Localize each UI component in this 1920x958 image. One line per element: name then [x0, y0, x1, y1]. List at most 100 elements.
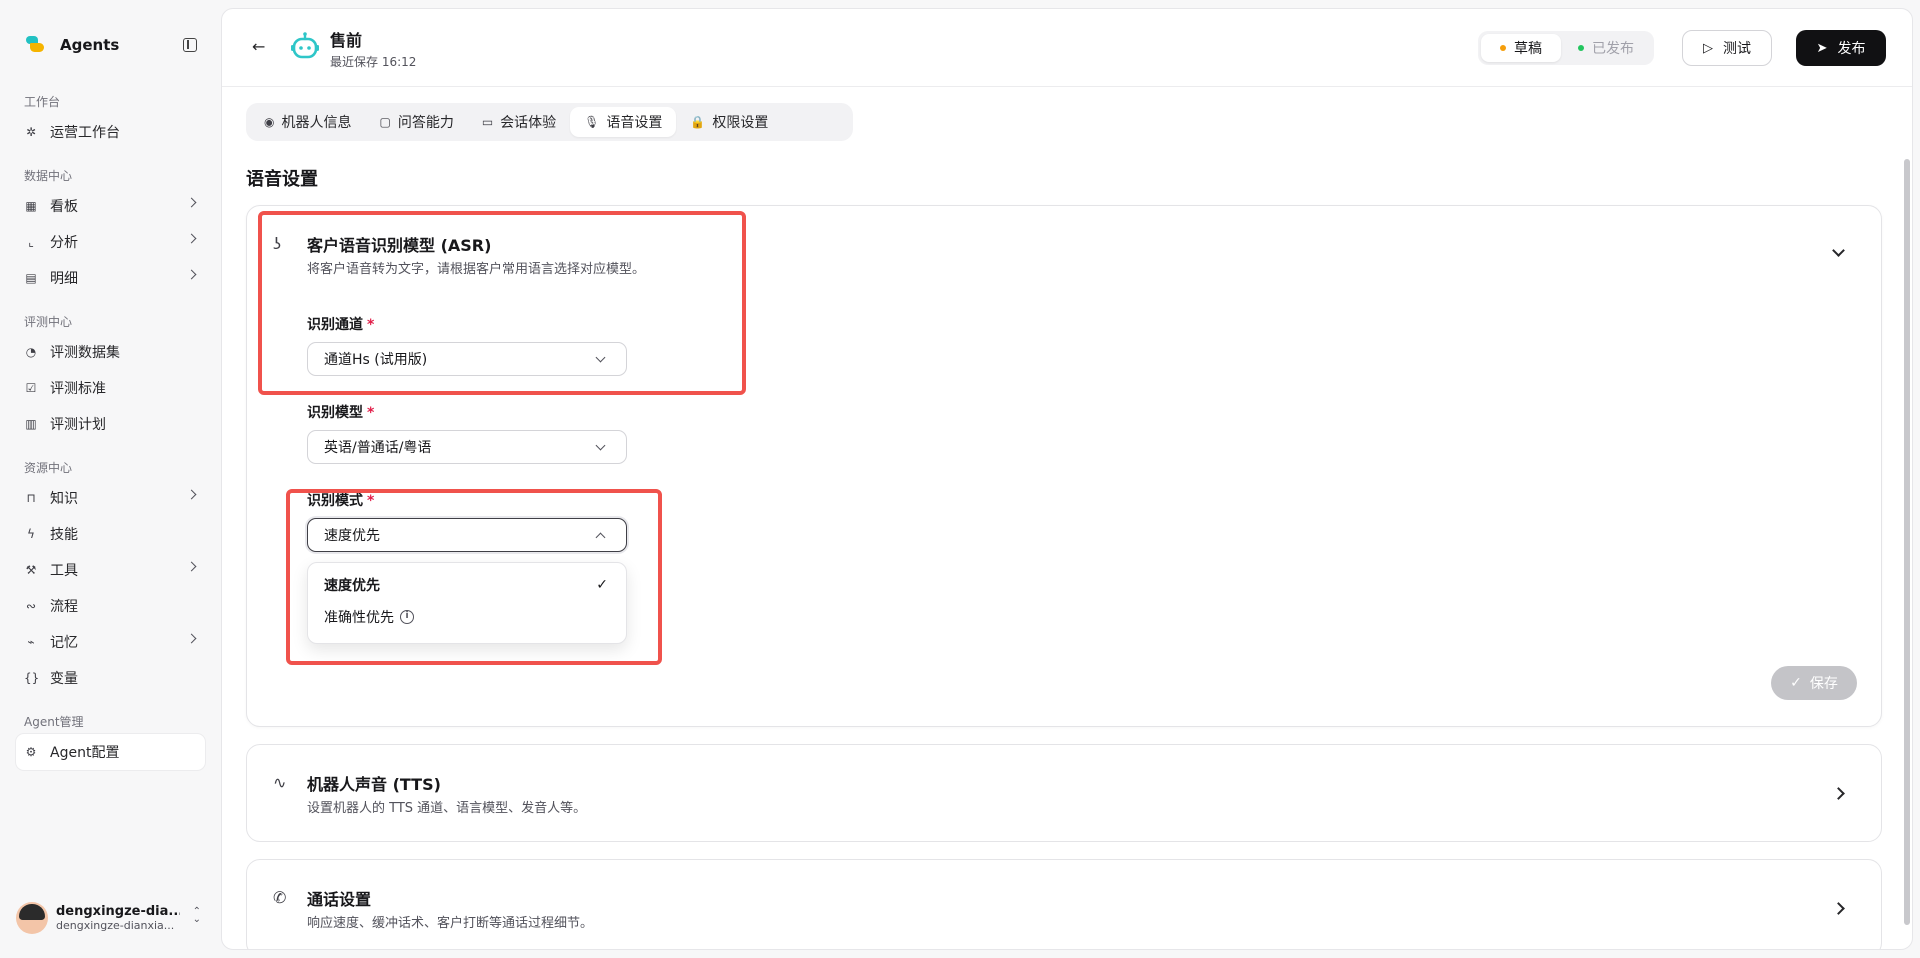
send-icon: ➤ [1816, 40, 1828, 56]
tts-title: 机器人声音 (TTS) [307, 775, 441, 794]
page-title: 售前 [330, 31, 363, 50]
tts-card[interactable]: ∿ 机器人声音 (TTS) 设置机器人的 TTS 通道、语言模型、发音人等。 [246, 744, 1882, 842]
document-icon: ▤ [25, 271, 37, 285]
option-accuracy-first[interactable]: 准确性优先 i [308, 601, 626, 633]
model-label: 识别模型 * [307, 402, 374, 422]
tab-label: 问答能力 [397, 115, 454, 131]
mode-select[interactable]: 速度优先 [307, 518, 627, 552]
asr-description: 将客户语音转为文字，请根据客户常用语言选择对应模型。 [307, 262, 646, 277]
sidebar-item-eval-dataset[interactable]: ◔ 评测数据集 [16, 334, 205, 370]
grid-icon: ▦ [25, 199, 37, 213]
tab-bot-info[interactable]: ◉ 机器人信息 [250, 107, 365, 137]
scrollbar[interactable] [1904, 159, 1910, 925]
chevron-down-icon [595, 352, 606, 363]
draft-dot-icon [1500, 45, 1506, 51]
sidebar-item-analysis[interactable]: ⌞ 分析 [16, 224, 205, 260]
clipboard-icon: ▥ [25, 417, 37, 431]
chevron-right-icon [186, 633, 197, 644]
status-draft[interactable]: 草稿 [1481, 34, 1561, 62]
publish-button[interactable]: ➤ 发布 [1796, 30, 1886, 66]
status-published[interactable]: 已发布 [1561, 34, 1651, 62]
flow-icon: ∾ [25, 599, 37, 613]
mode-dropdown: 速度优先 ✓ 准确性优先 i [307, 562, 627, 644]
mode-label-text: 识别模式 [307, 493, 363, 509]
group-title-resources: 资源中心 [24, 461, 73, 475]
sidebar-item-details[interactable]: ▤ 明细 [16, 260, 205, 296]
chevron-right-icon [186, 197, 197, 208]
sidebar-item-skills[interactable]: ϟ 技能 [16, 516, 205, 552]
option-label: 速度优先 [324, 578, 380, 594]
sidebar-item-memory[interactable]: ⌁ 记忆 [16, 624, 205, 660]
mode-label: 识别模式 * [307, 490, 374, 510]
tab-voice[interactable]: 🎙 语音设置 [570, 107, 677, 137]
book-icon: ⊓ [26, 491, 36, 505]
sidebar-item-tools[interactable]: ⚒ 工具 [16, 552, 205, 588]
chat-bubbles-icon: ▢ [379, 115, 391, 129]
check-icon: ✓ [596, 577, 608, 593]
sidebar-item-label: 分析 [50, 235, 78, 251]
memory-icon: ⌁ [27, 635, 35, 649]
chevron-down-icon [595, 440, 606, 451]
sidebar-item-flow[interactable]: ∾ 流程 [16, 588, 205, 624]
sidebar-item-ops-workbench[interactable]: ✲ 运营工作台 [16, 114, 205, 150]
info-icon[interactable]: i [400, 610, 414, 624]
user-circle-icon: ◉ [264, 115, 275, 129]
test-button-label: 测试 [1723, 41, 1751, 57]
tts-description: 设置机器人的 TTS 通道、语言模型、发音人等。 [307, 801, 587, 816]
sidebar-item-label: 记忆 [50, 635, 78, 651]
user-account: dengxingze-dianxia... [56, 919, 175, 932]
phone-icon: ✆ [273, 888, 287, 907]
group-title-data: 数据中心 [24, 169, 73, 183]
tab-permissions[interactable]: 🔒 权限设置 [676, 107, 782, 137]
chevron-right-icon [1832, 787, 1845, 800]
sidebar-collapse-icon[interactable] [183, 38, 197, 52]
call-title: 通话设置 [307, 890, 372, 909]
tab-label: 语音设置 [606, 115, 663, 131]
sidebar-item-eval-plan[interactable]: ▥ 评测计划 [16, 406, 205, 442]
tab-label: 机器人信息 [281, 115, 352, 131]
user-menu[interactable]: dengxingze-dia... dengxingze-dianxia... … [16, 898, 211, 938]
sidebar-item-label: 评测标准 [50, 381, 106, 397]
sidebar-item-eval-standard[interactable]: ☑ 评测标准 [16, 370, 205, 406]
chevron-right-icon [1832, 902, 1845, 915]
published-dot-icon [1578, 45, 1584, 51]
sidebar-item-label: Agent配置 [50, 745, 120, 761]
required-mark: * [367, 405, 375, 421]
check-square-icon: ☑ [25, 381, 37, 395]
pie-icon: ◔ [25, 345, 37, 359]
section-title: 语音设置 [246, 169, 318, 190]
model-value: 英语/普通话/粤语 [324, 440, 432, 456]
tab-qa[interactable]: ▢ 问答能力 [365, 107, 467, 137]
test-button[interactable]: ▷ 测试 [1682, 30, 1772, 66]
tab-bar: ◉ 机器人信息 ▢ 问答能力 ▭ 会话体验 🎙 语音设置 🔒 权限设置 [246, 103, 853, 141]
chevron-up-down-icon: ⌃ ⌄ [192, 906, 201, 925]
model-label-text: 识别模型 [307, 405, 363, 421]
back-arrow-icon[interactable]: ← [252, 39, 268, 55]
sidebar-item-dashboard[interactable]: ▦ 看板 [16, 188, 205, 224]
save-button-label: 保存 [1809, 676, 1838, 692]
channel-select[interactable]: 通道Hs (试用版) [307, 342, 627, 376]
sidebar-item-label: 运营工作台 [50, 125, 120, 141]
check-icon: ✓ [1790, 675, 1802, 691]
call-settings-card[interactable]: ✆ 通话设置 响应速度、缓冲话术、客户打断等通话过程细节。 [246, 859, 1882, 949]
sidebar-item-agent-config[interactable]: ⚙ Agent配置 [16, 734, 205, 770]
main-panel: ← 售前 最近保存 16:12 草稿 已发布 ▷ 测试 ➤ 发布 ◉ 机器人信息… [221, 8, 1913, 950]
chevron-right-icon [186, 489, 197, 500]
option-speed-first[interactable]: 速度优先 ✓ [308, 569, 626, 601]
chevron-down-icon[interactable] [1832, 244, 1845, 257]
chevron-right-icon [186, 269, 197, 280]
sidebar-item-label: 知识 [50, 491, 78, 507]
save-button[interactable]: ✓ 保存 [1771, 666, 1857, 700]
chevron-up-icon [595, 532, 606, 543]
sidebar-item-knowledge[interactable]: ⊓ 知识 [16, 480, 205, 516]
ear-icon: ʖ [273, 234, 282, 253]
model-select[interactable]: 英语/普通话/粤语 [307, 430, 627, 464]
channel-value: 通道Hs (试用版) [324, 352, 428, 368]
tab-session[interactable]: ▭ 会话体验 [468, 107, 570, 137]
sidebar-item-label: 评测数据集 [50, 345, 120, 361]
sidebar-item-label: 技能 [50, 527, 78, 543]
asr-title: 客户语音识别模型 (ASR) [307, 236, 492, 255]
sidebar-item-variables[interactable]: {} 变量 [16, 660, 205, 696]
status-toggle: 草稿 已发布 [1478, 31, 1654, 65]
status-draft-label: 草稿 [1514, 41, 1542, 57]
